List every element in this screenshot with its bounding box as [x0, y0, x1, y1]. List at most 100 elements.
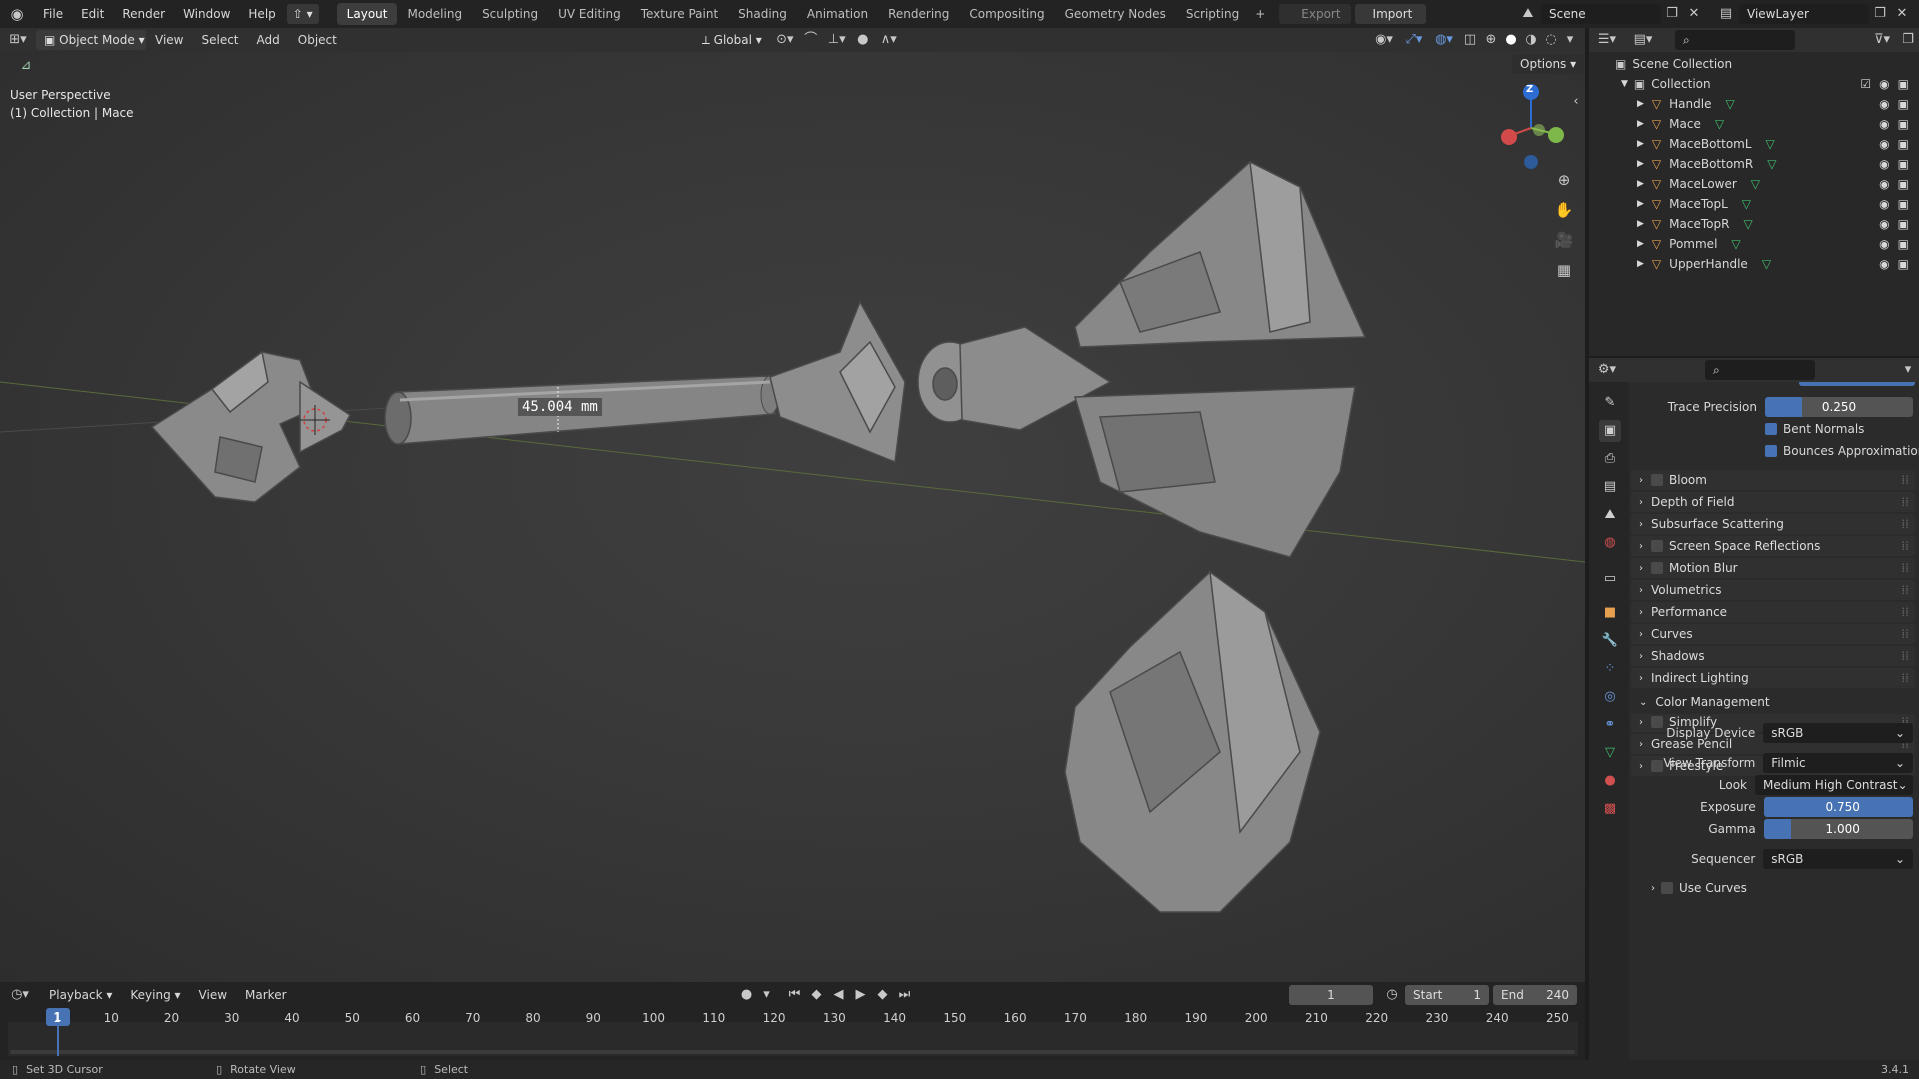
- perspective-toggle-icon[interactable]: ▦: [1552, 260, 1576, 280]
- jump-start-icon[interactable]: ⏮: [784, 985, 806, 1005]
- outliner-object-row[interactable]: ▶ ▽ Mace ▽ ◉ ▣: [1589, 114, 1919, 134]
- collection-tab-icon[interactable]: ▭: [1599, 568, 1621, 590]
- outliner-object-row[interactable]: ▶ ▽ MaceBottomR ▽ ◉ ▣: [1589, 154, 1919, 174]
- clock-icon[interactable]: ◷: [1379, 985, 1405, 1005]
- current-frame-field[interactable]: 1: [1289, 985, 1373, 1005]
- color-management-header[interactable]: ⌄ Color Management: [1631, 690, 1915, 714]
- end-frame-field[interactable]: End 240: [1493, 985, 1577, 1005]
- object-eye-icon[interactable]: ◉: [1879, 157, 1889, 171]
- view-transform-dropdown[interactable]: Filmic ⌄: [1763, 753, 1913, 773]
- outliner-editor-icon[interactable]: ☰▾: [1589, 30, 1625, 50]
- visibility-icon[interactable]: ◉▾: [1369, 30, 1399, 50]
- blender-logo-icon[interactable]: ◉: [0, 4, 34, 24]
- timeline-scrollbar[interactable]: [10, 1050, 1575, 1054]
- editor-type-icon[interactable]: ⊞▾: [0, 30, 36, 50]
- pommel-mesh[interactable]: [150, 350, 351, 503]
- use-curves-checkbox[interactable]: [1661, 882, 1673, 894]
- menu-file[interactable]: File: [34, 0, 72, 28]
- use-curves-header[interactable]: › Use Curves: [1645, 876, 1915, 900]
- mace-top-mesh[interactable]: [1074, 160, 1367, 558]
- record-options-icon[interactable]: ▾: [758, 985, 776, 1005]
- timeline-menu-playback[interactable]: Playback ▾: [40, 982, 121, 1008]
- panel-subsurface-scattering[interactable]: › Subsurface Scattering ⁞⁞: [1631, 514, 1915, 534]
- mesh-data-icon[interactable]: ▽: [1742, 197, 1751, 211]
- drag-handle-icon[interactable]: ⁞⁞: [1901, 539, 1909, 553]
- object-camera-icon[interactable]: ▣: [1898, 117, 1909, 131]
- render-tab-icon[interactable]: ▣: [1599, 420, 1621, 442]
- object-eye-icon[interactable]: ◉: [1879, 117, 1889, 131]
- timeline-menu-marker[interactable]: Marker: [236, 982, 295, 1008]
- object-camera-icon[interactable]: ▣: [1898, 237, 1909, 251]
- drag-handle-icon[interactable]: ⁞⁞: [1901, 473, 1909, 487]
- expand-arrow-icon[interactable]: ▶: [1637, 99, 1644, 109]
- add-workspace-button[interactable]: +: [1249, 3, 1271, 25]
- mesh-data-icon[interactable]: ▽: [1743, 217, 1752, 231]
- exposure-slider[interactable]: 0.750: [1763, 797, 1913, 817]
- properties-editor-icon[interactable]: ⚙▾: [1589, 360, 1625, 380]
- tool-tab-icon[interactable]: ✎: [1599, 392, 1621, 414]
- outliner-search-input[interactable]: ⌕: [1675, 30, 1795, 50]
- play-icon[interactable]: ▶: [850, 985, 872, 1005]
- gizmo-icon[interactable]: ⤢▾: [1399, 30, 1429, 50]
- delete-view-layer-icon[interactable]: ✕: [1891, 4, 1913, 24]
- bent-normals-checkbox[interactable]: [1765, 423, 1777, 435]
- panel-curves[interactable]: › Curves ⁞⁞: [1631, 624, 1915, 644]
- vp-menu-select[interactable]: Select: [192, 28, 247, 52]
- panel-enable-checkbox[interactable]: [1651, 474, 1663, 486]
- panel-shadows[interactable]: › Shadows ⁞⁞: [1631, 646, 1915, 666]
- mode-dropdown[interactable]: ▣ Object Mode ▾: [36, 30, 146, 50]
- scene-tab-icon[interactable]: ⛰: [1599, 504, 1621, 526]
- object-camera-icon[interactable]: ▣: [1898, 157, 1909, 171]
- object-eye-icon[interactable]: ◉: [1879, 177, 1889, 191]
- wireframe-shading-icon[interactable]: ⊕: [1481, 30, 1501, 50]
- camera-view-icon[interactable]: 🎥: [1552, 230, 1576, 250]
- outliner-object-row[interactable]: ▶ ▽ MaceLower ▽ ◉ ▣: [1589, 174, 1919, 194]
- properties-search-input[interactable]: ⌕: [1705, 360, 1815, 380]
- drag-handle-icon[interactable]: ⁞⁞: [1901, 583, 1909, 597]
- collection-eye-icon[interactable]: ◉: [1879, 77, 1889, 91]
- drag-handle-icon[interactable]: ⁞⁞: [1901, 627, 1909, 641]
- object-camera-icon[interactable]: ▣: [1898, 197, 1909, 211]
- material-shading-icon[interactable]: ◑: [1521, 30, 1541, 50]
- outliner-collection[interactable]: ▼ ▣ Collection ☑ ◉ ▣: [1589, 74, 1919, 94]
- mesh-data-icon[interactable]: ▽: [1715, 117, 1724, 131]
- snap-icon[interactable]: ⌒: [800, 30, 822, 50]
- object-camera-icon[interactable]: ▣: [1898, 257, 1909, 271]
- shading-options-icon[interactable]: ▾: [1561, 30, 1579, 50]
- object-eye-icon[interactable]: ◉: [1879, 197, 1889, 211]
- expand-arrow-icon[interactable]: ▶: [1637, 219, 1644, 229]
- pivot-icon[interactable]: ⊙▾: [770, 30, 800, 50]
- filter-icon[interactable]: ⊽▾: [1867, 30, 1897, 50]
- 3d-viewport[interactable]: User Perspective (1) Collection | Mace 4…: [0, 52, 1585, 982]
- jump-end-icon[interactable]: ⏭: [894, 985, 916, 1005]
- panel-indirect-lighting[interactable]: › Indirect Lighting ⁞⁞: [1631, 668, 1915, 688]
- solid-shading-icon[interactable]: ●: [1501, 30, 1521, 50]
- object-camera-icon[interactable]: ▣: [1898, 217, 1909, 231]
- scene-name-field[interactable]: Scene: [1541, 4, 1661, 24]
- start-frame-field[interactable]: Start 1: [1405, 985, 1489, 1005]
- outliner-object-row[interactable]: ▶ ▽ MaceTopL ▽ ◉ ▣: [1589, 194, 1919, 214]
- constraints-tab-icon[interactable]: ⚭: [1599, 714, 1621, 736]
- panel-enable-checkbox[interactable]: [1651, 562, 1663, 574]
- rendered-shading-icon[interactable]: ◌: [1541, 30, 1561, 50]
- sequencer-dropdown[interactable]: sRGB ⌄: [1763, 849, 1913, 869]
- outliner-object-row[interactable]: ▶ ▽ Handle ▽ ◉ ▣: [1589, 94, 1919, 114]
- timeline-menu-view[interactable]: View: [190, 982, 236, 1008]
- view-layer-field[interactable]: ViewLayer: [1739, 4, 1869, 24]
- mesh-data-icon[interactable]: ▽: [1766, 137, 1775, 151]
- tab-animation[interactable]: Animation: [797, 3, 878, 25]
- proportional-edit-icon[interactable]: ●: [852, 30, 874, 50]
- bounces-approx-checkbox[interactable]: [1765, 445, 1777, 457]
- new-collection-icon[interactable]: ❐: [1897, 30, 1919, 50]
- object-camera-icon[interactable]: ▣: [1898, 177, 1909, 191]
- drag-handle-icon[interactable]: ⁞⁞: [1901, 649, 1909, 663]
- delete-scene-icon[interactable]: ✕: [1683, 4, 1705, 24]
- menu-window[interactable]: Window: [174, 0, 239, 28]
- outliner-object-row[interactable]: ▶ ▽ MaceBottomL ▽ ◉ ▣: [1589, 134, 1919, 154]
- prev-keyframe-icon[interactable]: ◆: [806, 985, 828, 1005]
- collection-camera-icon[interactable]: ▣: [1898, 77, 1909, 91]
- file-upload-icon[interactable]: ⇧ ▾: [286, 4, 319, 24]
- mesh-data-icon[interactable]: ▽: [1731, 237, 1740, 251]
- vp-menu-object[interactable]: Object: [289, 28, 346, 52]
- zoom-icon[interactable]: ⊕: [1552, 170, 1576, 190]
